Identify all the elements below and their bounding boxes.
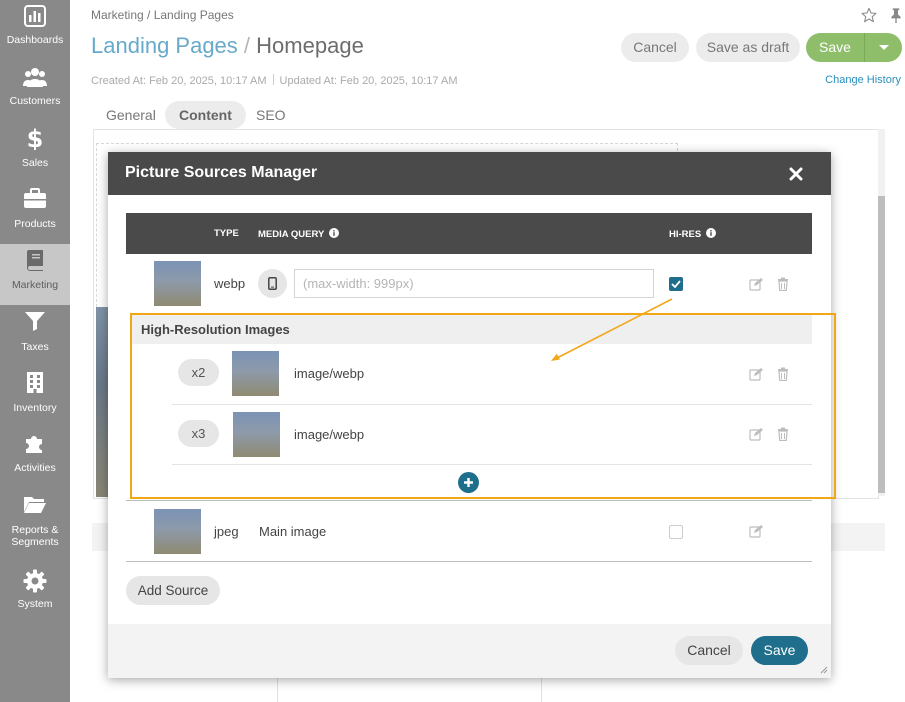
trash-icon[interactable]	[776, 277, 790, 291]
sidebar-item-label: Activities	[14, 462, 56, 474]
hires-checkbox[interactable]	[669, 277, 683, 291]
gear-icon	[23, 569, 47, 593]
tab-seo[interactable]: SEO	[242, 101, 300, 129]
sidebar-item-label: Customers	[9, 95, 61, 107]
sidebar-item-products[interactable]: Products	[0, 183, 70, 244]
sidebar-item-activities[interactable]: Activities	[0, 427, 70, 488]
divider	[277, 676, 278, 702]
column-hires-label: HI-RES	[669, 229, 702, 240]
source-media-label: Main image	[259, 524, 327, 539]
close-icon[interactable]	[788, 166, 804, 182]
bar-chart-icon	[24, 5, 46, 27]
sidebar-item-taxes[interactable]: Taxes	[0, 305, 70, 366]
device-toggle-button[interactable]	[258, 269, 287, 298]
book-icon	[27, 250, 43, 271]
record-meta: Created At: Feb 20, 2025, 10:17 AM Update…	[91, 74, 457, 87]
sidebar-item-label: Marketing	[11, 279, 59, 291]
sidebar-item-label: Products	[14, 218, 56, 230]
modal-cancel-button[interactable]: Cancel	[675, 636, 743, 665]
row-divider	[126, 561, 812, 562]
breadcrumb[interactable]: Marketing / Landing Pages	[91, 8, 234, 22]
column-type: TYPE	[214, 228, 239, 239]
users-icon	[23, 68, 47, 87]
cancel-button[interactable]: Cancel	[621, 33, 689, 62]
star-icon[interactable]	[861, 7, 877, 23]
sidebar-item-label: Taxes	[21, 341, 49, 353]
sidebar-item-label-line2: Segments	[11, 536, 59, 548]
highlight-box	[130, 313, 836, 499]
sidebar-item-inventory[interactable]: Inventory	[0, 366, 70, 427]
page-subtitle: Homepage	[256, 33, 364, 58]
svg-text:$: $	[27, 126, 44, 150]
sidebar-item-label: Inventory	[13, 402, 57, 414]
sidebar-item-system[interactable]: System	[0, 565, 70, 626]
add-source-button[interactable]: Add Source	[126, 576, 220, 605]
page-title-separator: /	[243, 33, 251, 58]
sidebar-item-label: Reports &	[11, 524, 59, 536]
page-title-main[interactable]: Landing Pages	[91, 33, 238, 58]
tab-general[interactable]: General	[92, 101, 170, 129]
edit-icon[interactable]	[749, 277, 763, 291]
source-type: webp	[214, 276, 246, 291]
modal-save-button[interactable]: Save	[751, 636, 808, 665]
column-media-query-label: MEDIA QUERY	[258, 229, 325, 240]
row-divider	[126, 500, 812, 501]
change-history-link[interactable]: Change History	[825, 74, 901, 86]
divider	[541, 676, 542, 702]
created-at: Created At: Feb 20, 2025, 10:17 AM	[91, 75, 267, 87]
column-hires: HI-RES	[669, 228, 717, 240]
pin-icon[interactable]	[889, 7, 903, 23]
sidebar-item-reports-segments[interactable]: Reports & Segments	[0, 488, 70, 558]
funnel-icon	[25, 312, 45, 331]
info-icon[interactable]	[329, 228, 340, 238]
sidebar-item-dashboards[interactable]: Dashboards	[0, 0, 70, 61]
source-thumbnail[interactable]	[154, 261, 201, 306]
hires-checkbox[interactable]	[669, 525, 683, 539]
puzzle-icon	[26, 436, 42, 453]
column-media-query: MEDIA QUERY	[258, 228, 340, 240]
dollar-icon: $	[27, 126, 44, 150]
meta-divider	[272, 74, 274, 85]
resize-handle-icon[interactable]	[818, 664, 828, 674]
folder-open-icon	[24, 497, 46, 513]
source-thumbnail[interactable]	[154, 509, 201, 554]
media-query-input[interactable]	[294, 269, 654, 298]
sources-table-header: TYPE MEDIA QUERY HI-RES	[126, 213, 812, 254]
info-icon[interactable]	[706, 228, 717, 238]
sidebar-item-marketing[interactable]: Marketing	[0, 244, 70, 305]
briefcase-icon	[24, 188, 46, 208]
edit-icon[interactable]	[749, 524, 763, 538]
modal-title: Picture Sources Manager	[125, 164, 318, 181]
modal-header: Picture Sources Manager	[108, 152, 831, 195]
source-type: jpeg	[214, 524, 239, 539]
save-button[interactable]: Save	[806, 33, 864, 62]
updated-at: Updated At: Feb 20, 2025, 10:17 AM	[279, 75, 458, 87]
save-dropdown-button[interactable]	[864, 33, 902, 62]
page-title: Landing Pages / Homepage	[91, 33, 364, 59]
mobile-icon	[268, 277, 277, 290]
sidebar-item-label: Sales	[21, 157, 49, 169]
sidebar-item-sales[interactable]: $ Sales	[0, 122, 70, 183]
sidebar: Dashboards Customers $ Sales Products Ma…	[0, 0, 70, 702]
tab-content[interactable]: Content	[165, 101, 246, 129]
sidebar-item-customers[interactable]: Customers	[0, 61, 70, 122]
save-as-draft-button[interactable]: Save as draft	[696, 33, 800, 62]
building-icon	[27, 372, 43, 393]
check-icon	[671, 280, 681, 288]
sidebar-item-label: System	[17, 598, 53, 610]
scrollbar-thumb[interactable]	[878, 196, 885, 493]
sidebar-item-label: Dashboards	[6, 34, 64, 46]
